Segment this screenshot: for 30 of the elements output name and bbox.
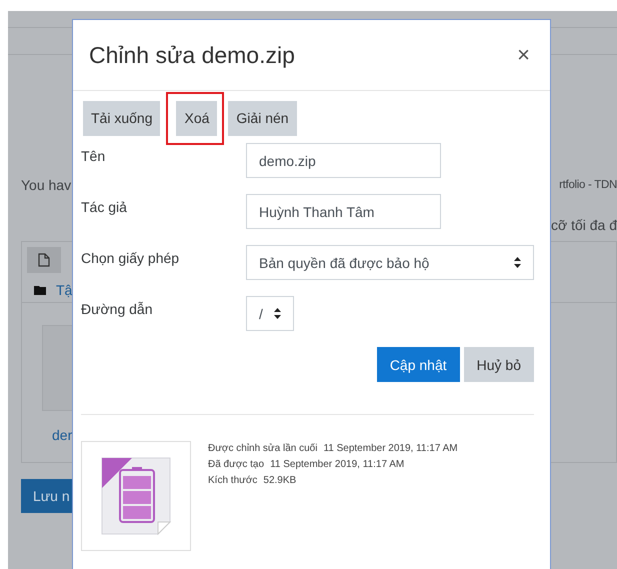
- cancel-button[interactable]: Huỷ bỏ: [464, 347, 534, 382]
- folder-icon: [34, 285, 46, 295]
- info-label: Kích thước: [208, 475, 258, 486]
- info-value: 11 September 2019, 11:17 AM: [323, 443, 458, 454]
- folder-link[interactable]: Tậ: [56, 282, 72, 298]
- add-file-button[interactable]: [27, 247, 61, 273]
- info-value: 52.9KB: [263, 475, 296, 486]
- info-label: Đã được tạo: [208, 459, 264, 470]
- field-label: Đường dẫn: [81, 300, 154, 317]
- size-note: cỡ tối đa đ: [551, 217, 617, 233]
- field-label: Tác giả: [81, 198, 128, 215]
- update-button[interactable]: Cập nhật: [376, 347, 460, 382]
- field-label: Chọn giấy phép: [81, 249, 180, 266]
- select-field[interactable]: /: [246, 296, 294, 331]
- info-value: 11 September 2019, 11:17 AM: [270, 459, 404, 470]
- sort-caret-icon: [514, 257, 521, 268]
- action-button[interactable]: Giải nén: [228, 100, 297, 136]
- field-label: Tên: [81, 147, 106, 164]
- file-icon: [38, 253, 50, 267]
- sort-caret-icon: [274, 308, 281, 319]
- select-field[interactable]: Bản quyền đã được bảo hộ: [246, 245, 534, 280]
- intro-text: You hav: [21, 177, 72, 193]
- action-button[interactable]: Tải xuống: [83, 100, 160, 136]
- input-field[interactable]: Huỳnh Thanh Tâm: [246, 194, 441, 229]
- close-button[interactable]: ×: [513, 42, 534, 68]
- intro-text: rtfolio - TDN: [559, 178, 617, 193]
- input-field[interactable]: demo.zip: [246, 143, 441, 178]
- action-button[interactable]: Xoá: [176, 100, 218, 136]
- info-label: Được chỉnh sửa lần cuối: [208, 443, 318, 454]
- dialog-title: Chỉnh sửa demo.zip: [89, 42, 295, 68]
